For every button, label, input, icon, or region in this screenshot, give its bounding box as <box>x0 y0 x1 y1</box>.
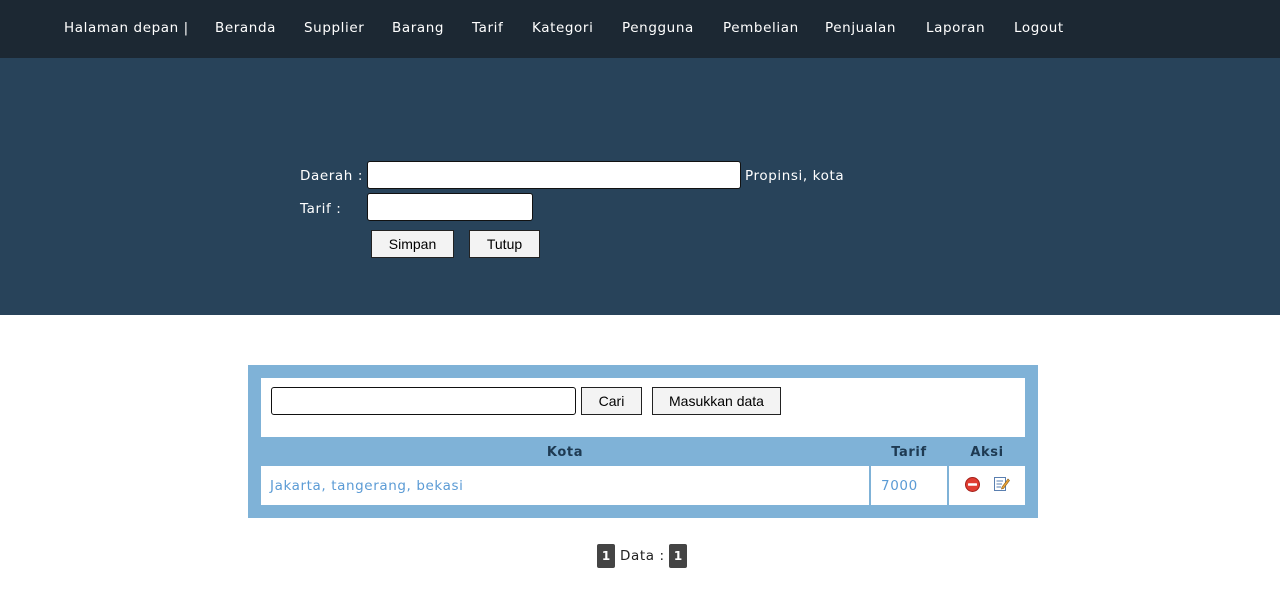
data-count-label: Data : <box>620 548 665 564</box>
save-button[interactable]: Simpan <box>371 230 454 258</box>
tarif-label: Tarif : <box>300 201 342 217</box>
data-count-badge: 1 <box>669 544 687 568</box>
close-button[interactable]: Tutup <box>469 230 540 258</box>
nav-supplier[interactable]: Supplier <box>304 20 364 36</box>
tarif-form-section: Daerah : Propinsi, kota Tarif : Simpan T… <box>0 58 1280 315</box>
tarif-input[interactable] <box>367 193 533 221</box>
edit-icon[interactable] <box>993 475 1010 492</box>
nav-tarif[interactable]: Tarif <box>472 20 503 36</box>
delete-icon[interactable] <box>964 476 981 493</box>
nav-barang[interactable]: Barang <box>392 20 444 36</box>
column-header-tarif: Tarif <box>891 445 927 460</box>
kota-value: Jakarta, tangerang, bekasi <box>270 478 464 494</box>
search-input[interactable] <box>271 387 576 415</box>
nav-logout[interactable]: Logout <box>1014 20 1064 36</box>
nav-beranda[interactable]: Beranda <box>215 20 276 36</box>
nav-penjualan[interactable]: Penjualan <box>825 20 896 36</box>
current-page-button[interactable]: 1 <box>597 544 615 568</box>
nav-halaman-depan[interactable]: Halaman depan | <box>64 20 189 36</box>
search-bar: Cari Masukkan data <box>261 378 1025 437</box>
cell-aksi <box>949 466 1025 505</box>
nav-kategori[interactable]: Kategori <box>532 20 593 36</box>
tarif-value: 7000 <box>881 478 918 494</box>
daerah-label: Daerah : <box>300 168 363 184</box>
top-navbar: Halaman depan | Beranda Supplier Barang … <box>0 0 1280 58</box>
daerah-input[interactable] <box>367 161 741 189</box>
nav-laporan[interactable]: Laporan <box>926 20 985 36</box>
column-header-kota: Kota <box>546 445 584 460</box>
cell-kota: Jakarta, tangerang, bekasi <box>261 466 869 505</box>
daerah-hint: Propinsi, kota <box>745 168 845 184</box>
add-data-button[interactable]: Masukkan data <box>652 387 781 415</box>
column-header-aksi: Aksi <box>970 445 1004 460</box>
pager: 1 Data : 1 <box>597 544 692 568</box>
tarif-table-panel: Cari Masukkan data Kota Tarif Aksi Jakar… <box>248 365 1038 518</box>
nav-pengguna[interactable]: Pengguna <box>622 20 694 36</box>
search-button[interactable]: Cari <box>581 387 642 415</box>
nav-pembelian[interactable]: Pembelian <box>723 20 799 36</box>
cell-tarif: 7000 <box>871 466 947 505</box>
